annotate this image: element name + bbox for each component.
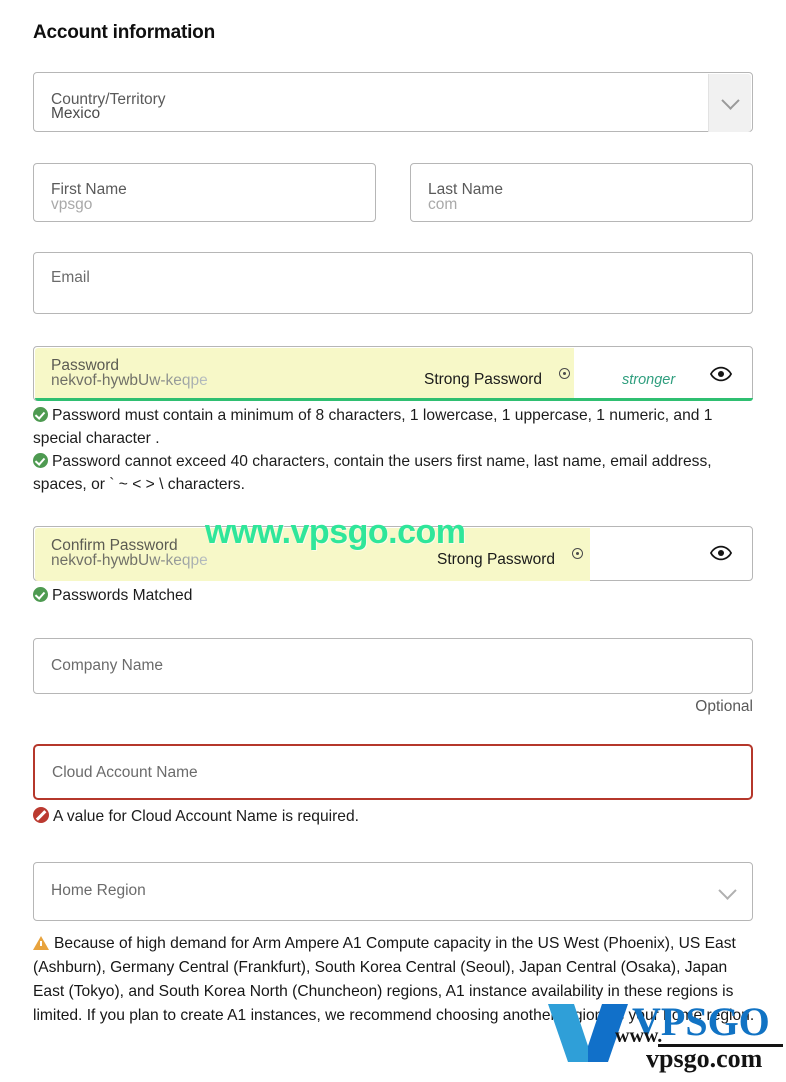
first-name-field[interactable]: First Name vpsgo	[33, 163, 376, 222]
passwords-matched-row: Passwords Matched	[33, 584, 758, 607]
password-value: nekvof-hywbUw-keqpe	[51, 372, 208, 389]
region-warning-text: Because of high demand for Arm Ampere A1…	[33, 935, 755, 1024]
cloud-account-error-row: A value for Cloud Account Name is requir…	[33, 805, 758, 828]
country-dropdown-button[interactable]	[708, 74, 751, 132]
password-hint-2: Password cannot exceed 40 characters, co…	[33, 450, 758, 496]
email-field[interactable]: Email	[33, 252, 753, 314]
country-territory-select[interactable]: Country/Territory Mexico	[33, 72, 753, 132]
chevron-down-icon	[720, 90, 740, 110]
confirm-password-value: nekvof-hywbUw-keqpe	[51, 552, 208, 569]
check-circle-icon	[33, 587, 48, 602]
passwords-matched-text: Passwords Matched	[52, 587, 193, 604]
country-value: Mexico	[51, 105, 101, 122]
watermark-logo-www: www.	[615, 1025, 663, 1047]
home-region-field[interactable]: Home Region	[33, 862, 753, 921]
password-autofill-hint: Strong Password	[424, 371, 543, 388]
company-name-field-wrap[interactable]: Company Name Optional	[33, 638, 753, 715]
region-warning-message: Because of high demand for Arm Ampere A1…	[33, 932, 761, 1028]
check-circle-icon	[33, 453, 48, 468]
email-placeholder: Email	[51, 269, 90, 286]
confirm-password-field[interactable]: Confirm Password nekvof-hywbUw-keqpe Str…	[33, 526, 753, 581]
watermark-logo-rule	[658, 1044, 783, 1047]
cloud-account-name-field-wrap[interactable]: Cloud Account Name	[33, 744, 753, 800]
password-field-wrap[interactable]: Password nekvof-hywbUw-keqpe Strong Pass…	[33, 346, 753, 401]
cloud-account-error-text: A value for Cloud Account Name is requir…	[53, 808, 359, 825]
passwords-matched: Passwords Matched	[33, 584, 758, 607]
password-requirements: Password must contain a minimum of 8 cha…	[33, 404, 758, 496]
error-circle-icon	[33, 807, 49, 823]
password-strength-bar	[35, 398, 753, 401]
key-badge-icon	[559, 368, 570, 379]
home-region-select-wrap[interactable]: Home Region	[33, 862, 753, 921]
eye-icon[interactable]	[709, 363, 733, 385]
home-region-placeholder: Home Region	[51, 882, 146, 899]
company-name-field[interactable]: Company Name	[33, 638, 753, 694]
country-field-box[interactable]: Country/Territory Mexico	[33, 72, 753, 132]
company-name-placeholder: Company Name	[51, 657, 163, 674]
cloud-account-name-placeholder: Cloud Account Name	[52, 764, 198, 781]
account-information-form: Account information Country/Territory Me…	[0, 0, 786, 1082]
first-name-value: vpsgo	[51, 196, 93, 213]
page-title: Account information	[33, 22, 215, 43]
password-strength-label: stronger	[622, 372, 676, 388]
password-hint-2-text: Password cannot exceed 40 characters, co…	[33, 453, 712, 493]
last-name-value: com	[428, 196, 458, 213]
watermark-logo-domain: vpsgo.com	[646, 1044, 763, 1073]
confirm-password-field-wrap[interactable]: Confirm Password nekvof-hywbUw-keqpe Str…	[33, 526, 753, 581]
key-badge-icon	[572, 548, 583, 559]
password-field[interactable]: Password nekvof-hywbUw-keqpe Strong Pass…	[33, 346, 753, 401]
password-hint-1: Password must contain a minimum of 8 cha…	[33, 404, 758, 450]
chevron-down-icon[interactable]	[718, 881, 737, 900]
name-row: First Name vpsgo Last Name com	[33, 163, 753, 222]
confirm-password-autofill-hint: Strong Password	[437, 551, 556, 568]
check-circle-icon	[33, 407, 48, 422]
cloud-account-error: A value for Cloud Account Name is requir…	[33, 805, 758, 828]
company-optional-label: Optional	[695, 698, 753, 715]
cloud-account-name-field[interactable]: Cloud Account Name	[33, 744, 753, 800]
last-name-field[interactable]: Last Name com	[410, 163, 753, 222]
password-hint-1-text: Password must contain a minimum of 8 cha…	[33, 407, 713, 447]
warning-triangle-icon	[33, 936, 49, 950]
email-field-wrap[interactable]: Email	[33, 252, 753, 314]
eye-icon[interactable]	[709, 542, 733, 564]
